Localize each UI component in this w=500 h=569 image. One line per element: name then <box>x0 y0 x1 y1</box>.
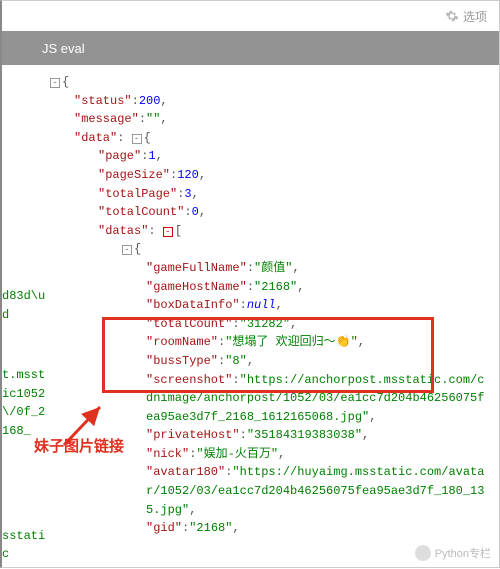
watermark-text: Python专栏 <box>435 545 491 561</box>
watermark-logo-icon <box>415 545 431 561</box>
collapse-icon[interactable]: - <box>163 227 173 237</box>
collapse-icon[interactable]: - <box>132 134 142 144</box>
collapse-icon[interactable]: - <box>122 245 132 255</box>
watermark: Python专栏 <box>415 545 491 561</box>
annotation-text: 妹子图片链接 <box>34 435 124 456</box>
collapse-icon[interactable]: - <box>50 78 60 88</box>
panel-header: JS eval <box>2 31 499 65</box>
gear-icon[interactable] <box>445 9 459 23</box>
highlight-box <box>102 317 434 393</box>
topbar: 选项 <box>2 1 499 31</box>
options-label[interactable]: 选项 <box>463 8 487 25</box>
panel-title: JS eval <box>42 41 85 56</box>
